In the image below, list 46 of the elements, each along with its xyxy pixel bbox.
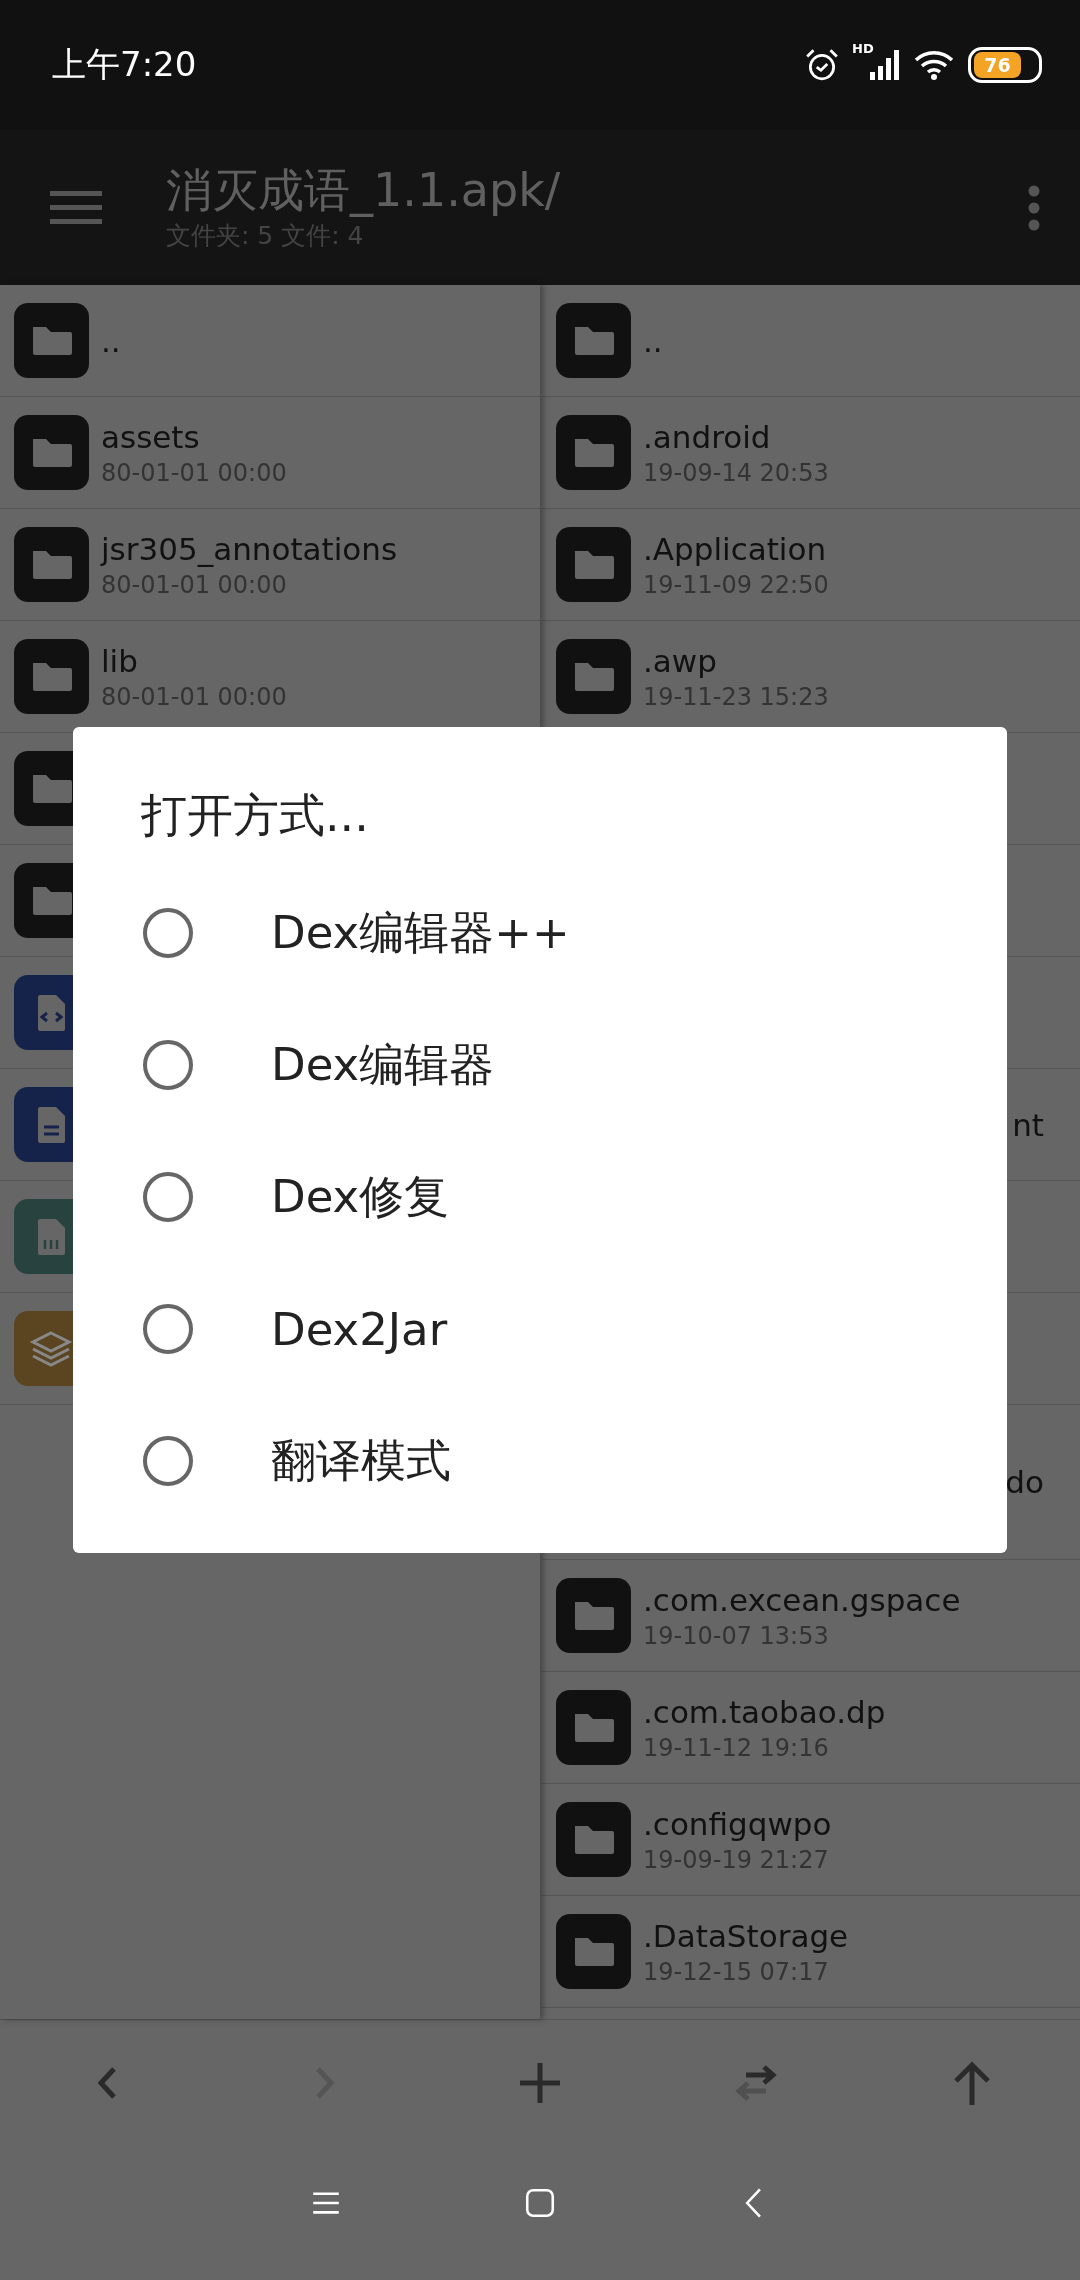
folder-icon: [556, 1914, 631, 1989]
folder-icon: [556, 415, 631, 490]
open-with-option[interactable]: Dex2Jar: [73, 1263, 1007, 1395]
battery-icon: 76: [968, 47, 1042, 83]
menu-icon[interactable]: [50, 190, 102, 225]
folder-icon: [14, 303, 89, 378]
status-time: 上午7:20: [52, 43, 197, 86]
file-name[interactable]: .configqwpo: [643, 1805, 832, 1842]
folder-icon: [556, 527, 631, 602]
folder-title: 消灭成语_1.1.apk/: [166, 163, 562, 219]
file-name[interactable]: .Application: [643, 530, 829, 567]
folder-icon: [14, 639, 89, 714]
open-with-option[interactable]: Dex编辑器: [73, 999, 1007, 1131]
file-name[interactable]: .com.excean.gspace: [643, 1581, 961, 1618]
file-name[interactable]: lib: [101, 642, 287, 679]
file-name[interactable]: jsr305_annotations: [101, 530, 398, 567]
radio-button[interactable]: [143, 1040, 193, 1090]
radio-button[interactable]: [143, 1436, 193, 1486]
file-name[interactable]: .android: [643, 418, 829, 455]
chevron-left-icon: [97, 2065, 119, 2100]
wifi-icon: [914, 50, 954, 80]
file-name[interactable]: ..: [101, 322, 121, 359]
file-name[interactable]: assets: [101, 418, 287, 455]
file-name[interactable]: .awp: [643, 642, 829, 679]
dialog-title: 打开方式...: [141, 787, 370, 844]
file-name: do: [1005, 1464, 1044, 1500]
folder-icon: [14, 415, 89, 490]
folder-icon: [556, 1802, 631, 1877]
file-name[interactable]: .com.taobao.dp: [643, 1693, 886, 1730]
radio-button[interactable]: [143, 1304, 193, 1354]
folder-icon: [14, 527, 89, 602]
open-with-option[interactable]: 翻译模式: [73, 1395, 1007, 1527]
open-with-option[interactable]: Dex修复: [73, 1131, 1007, 1263]
file-name[interactable]: .DataStorage: [643, 1917, 849, 1954]
folder-icon: [556, 639, 631, 714]
file-name: nt: [1012, 1106, 1044, 1143]
folder-icon: [556, 303, 631, 378]
radio-button[interactable]: [143, 908, 193, 958]
more-options-icon[interactable]: [1028, 184, 1040, 231]
hd-label: HD: [852, 42, 874, 55]
open-with-option[interactable]: Dex编辑器++: [73, 867, 1007, 999]
radio-button[interactable]: [143, 1172, 193, 1222]
alarm-icon: [804, 47, 840, 83]
folder-icon: [556, 1690, 631, 1765]
folder-icon: [556, 1578, 631, 1653]
file-name[interactable]: ..: [643, 322, 663, 359]
